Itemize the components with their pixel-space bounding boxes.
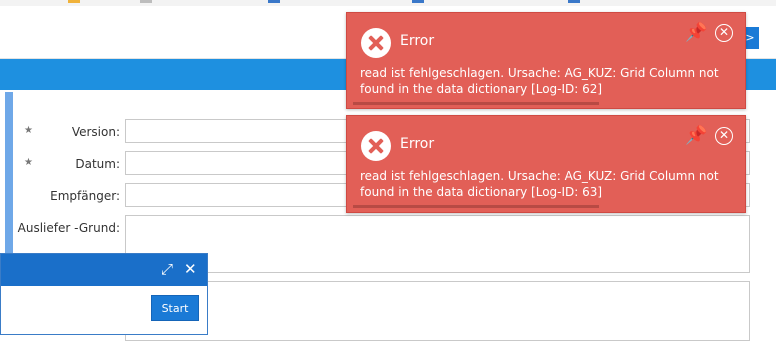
required-star-icon: ★ <box>24 125 33 136</box>
error-icon <box>361 28 391 58</box>
toast-progress <box>353 102 599 105</box>
toast-message: read ist fehlgeschlagen. Ursache: AG_KUZ… <box>360 66 719 96</box>
dialog-header: ⤢ ✕ <box>1 254 207 286</box>
tab-marker <box>412 0 424 3</box>
tab-marker <box>568 0 580 3</box>
close-icon[interactable]: ✕ <box>715 127 733 145</box>
pin-icon[interactable]: 📌 <box>685 22 707 43</box>
start-button[interactable]: Start <box>151 295 199 321</box>
error-toast: Error 📌 ✕ read ist fehlgeschlagen. Ursac… <box>346 12 746 109</box>
required-star-icon: ★ <box>24 157 33 168</box>
error-toast: Error 📌 ✕ read ist fehlgeschlagen. Ursac… <box>346 115 746 213</box>
toast-progress <box>353 205 599 208</box>
expand-icon[interactable]: ⤢ <box>161 262 173 277</box>
pin-icon[interactable]: 📌 <box>685 125 707 146</box>
toast-message: read ist fehlgeschlagen. Ursache: AG_KUZ… <box>360 169 719 199</box>
floating-dialog: ⤢ ✕ Start <box>0 253 208 335</box>
tab-marker <box>268 0 280 3</box>
toast-title: Error <box>400 33 435 49</box>
close-icon[interactable]: ✕ <box>184 262 197 277</box>
toast-title: Error <box>400 136 435 152</box>
section-indicator <box>0 92 14 257</box>
tab-marker <box>140 0 152 3</box>
datum-label: Datum: <box>75 157 120 171</box>
tab-marker <box>68 0 80 3</box>
ausliefer-grund-label: Ausliefer -Grund: <box>17 221 120 235</box>
error-icon <box>361 131 391 161</box>
version-label: Version: <box>71 125 120 139</box>
empfaenger-label: Empfänger: <box>50 189 120 203</box>
close-icon[interactable]: ✕ <box>715 24 733 42</box>
ausliefer-grund-textarea[interactable] <box>125 215 750 273</box>
notes-field[interactable] <box>125 281 750 341</box>
